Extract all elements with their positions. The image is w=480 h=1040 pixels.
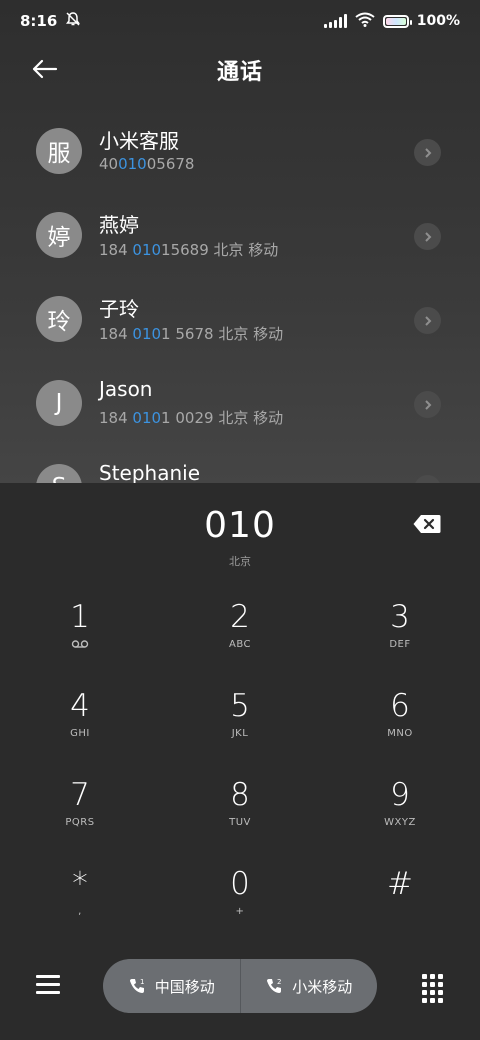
battery-icon [382,14,412,28]
call-sim1-button[interactable]: 1 中国移动 [103,959,240,1013]
avatar: 服 [36,128,82,174]
details-button[interactable] [414,475,441,483]
details-button[interactable] [414,391,441,418]
contact-name: 子玲 [99,297,139,321]
chevron-right-icon [424,399,431,410]
chevron-right-icon [424,315,431,326]
contact-row[interactable]: 服 小米客服 4001005678 [0,115,480,199]
key-6[interactable]: 6 MNO [340,688,460,758]
wifi-icon [355,12,375,31]
details-button[interactable] [414,139,441,166]
key-4[interactable]: 4 GHI [20,688,140,758]
chevron-right-icon [424,231,431,242]
svg-text:2: 2 [277,978,281,986]
contact-results-area: 8:16 100% 通话 服 小米客服 4001005678 婷 燕婷 184 … [0,0,480,483]
call-buttons: 1 中国移动 2 小米移动 [103,959,377,1013]
sim1-label: 中国移动 [154,977,215,996]
contact-row[interactable]: J Jason 184 0101 0029 北京 移动 [0,367,480,451]
contact-row[interactable]: 玲 子玲 184 0101 5678 北京 移动 [0,283,480,367]
backspace-button[interactable] [412,513,442,535]
key-5[interactable]: 5 JKL [180,688,300,758]
backspace-icon [413,515,441,533]
dialed-number: 010 [204,505,276,546]
contact-number: 184 0101 5678 北京 移动 [99,325,284,343]
status-bar: 8:16 100% [0,0,480,42]
svg-text:1: 1 [140,978,144,986]
phone-sim1-icon: 1 [129,978,144,993]
bell-off-icon [65,11,81,31]
contact-name: 小米客服 [99,129,179,153]
phone-sim2-icon: 2 [267,978,282,993]
key-star[interactable]: *, [20,866,140,936]
details-button[interactable] [414,223,441,250]
avatar: 玲 [36,296,82,342]
status-time: 8:16 [20,12,58,30]
key-7[interactable]: 7 PQRS [20,777,140,847]
key-8[interactable]: 8 TUV [180,777,300,847]
key-9[interactable]: 9 WXYZ [340,777,460,847]
contact-name: 燕婷 [99,213,139,237]
dialpad-toggle-button[interactable] [421,974,443,1003]
header: 通话 [0,42,480,98]
contact-name: Jason [99,377,153,401]
key-1[interactable]: 1 [20,599,140,669]
details-button[interactable] [414,307,441,334]
battery-percent: 100% [416,13,460,29]
sim2-label: 小米移动 [292,977,353,996]
key-2[interactable]: 2 ABC [180,599,300,669]
key-hash[interactable]: # [340,866,460,936]
key-3[interactable]: 3 DEF [340,599,460,669]
signal-icon [323,14,347,28]
avatar: S [36,464,82,483]
contact-row[interactable]: 婷 燕婷 184 01015689 北京 移动 [0,199,480,283]
contact-number: 184 01015689 北京 移动 [99,241,279,259]
contact-name: Stephanie [99,461,201,483]
number-region: 北京 [229,555,251,568]
contact-number: 184 0101 0029 北京 移动 [99,409,284,427]
arrow-left-icon [32,59,58,79]
avatar: 婷 [36,212,82,258]
contact-row[interactable]: S Stephanie [0,451,480,483]
menu-button[interactable] [36,975,60,997]
voicemail-icon [20,639,140,651]
contact-number: 4001005678 [99,155,195,173]
page-title: 通话 [216,60,263,85]
avatar: J [36,380,82,426]
menu-icon [36,975,60,978]
back-button[interactable] [28,54,62,84]
key-0[interactable]: 0 + [180,866,300,936]
bottom-bar: 1 中国移动 2 小米移动 [0,958,480,1016]
call-sim2-button[interactable]: 2 小米移动 [241,959,378,1013]
chevron-right-icon [424,147,431,158]
dialpad-panel: 010 北京 1 2 ABC 3 DEF 4 GHI 5 JKL 6 MNO 7 PQRS … [0,483,480,1040]
